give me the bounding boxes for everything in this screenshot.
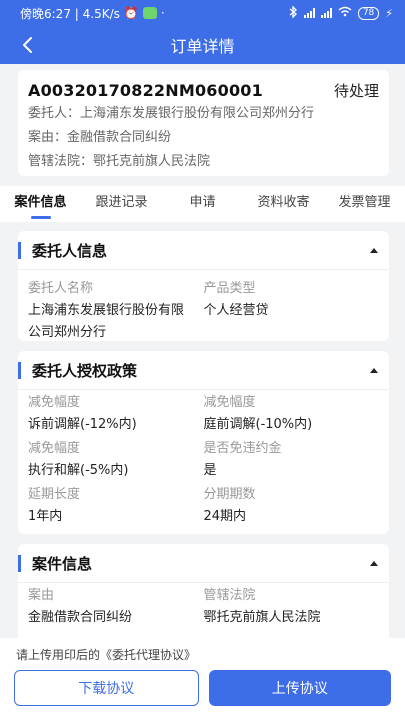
field-value: 执行和解(-5%内) <box>28 463 129 478</box>
field-label: 分期期数 <box>203 487 256 502</box>
field-label: 是否免违约金 <box>203 441 282 456</box>
field-label: 产品类型 <box>203 281 256 296</box>
dot-icon: · <box>160 6 165 20</box>
field-value: 上海浦东发展银行股份有限公司郑州分行 <box>28 303 185 340</box>
wifi-icon <box>338 6 352 20</box>
field-reduction-pre-litigation: 减免幅度 诉前调解(-12%内) <box>28 392 204 436</box>
order-status: 待处理 <box>333 81 379 100</box>
collapse-toggle[interactable] <box>359 247 389 254</box>
section-title: 案件信息 <box>32 554 93 573</box>
field-label: 减免幅度 <box>203 395 256 410</box>
app-notification-icon <box>142 7 157 19</box>
field-extension-length: 延期长度 1年内 <box>28 484 204 528</box>
field-label: 管辖法院 <box>203 588 256 603</box>
collapse-toggle[interactable] <box>359 367 389 374</box>
tab-follow-up[interactable]: 跟进记录 <box>81 186 162 222</box>
field-reduction-pre-trial: 减免幅度 庭前调解(-10%内) <box>204 392 380 436</box>
bluetooth-icon <box>289 4 298 21</box>
field-value: 诉前调解(-12%内) <box>28 417 137 432</box>
battery-icon: 78 <box>357 6 380 20</box>
caret-up-icon <box>370 560 378 566</box>
section-authorization-policy: 委托人授权政策 减免幅度 诉前调解(-12%内) 减免幅度 庭前调解(-10%内… <box>18 351 389 534</box>
order-client: 委托人：上海浦东发展银行股份有限公司郑州分行 <box>28 106 315 121</box>
top-bar: 傍晚6:27 | 4.5K/s ⏰ · 78 ⚡ 订单详情 <box>0 0 405 64</box>
section-client-info: 委托人信息 委托人名称 上海浦东发展银行股份有限公司郑州分行 产品类型 个人经营… <box>18 231 389 341</box>
caret-up-icon <box>370 247 378 253</box>
field-jurisdiction-court: 管辖法院 鄂托克前旗人民法院 <box>204 585 380 629</box>
field-label: 委托人名称 <box>28 281 94 296</box>
download-agreement-button[interactable]: 下载协议 <box>14 670 199 706</box>
order-cause: 案由：金融借款合同纠纷 <box>28 130 172 145</box>
field-installments: 分期期数 24期内 <box>204 484 380 528</box>
upload-tip: 请上传用印后的《委托代理协议》 <box>16 648 197 662</box>
caret-up-icon <box>370 367 378 373</box>
alarm-icon: ⏰ <box>123 6 139 20</box>
field-value: 金融借款合同纠纷 <box>28 610 133 625</box>
field-label: 延期长度 <box>28 487 81 502</box>
field-value: 是 <box>203 463 217 478</box>
field-reduction-execution: 减免幅度 执行和解(-5%内) <box>28 438 204 482</box>
status-bar: 傍晚6:27 | 4.5K/s ⏰ · 78 ⚡ <box>0 0 405 26</box>
field-label: 减免幅度 <box>28 441 81 456</box>
tab-case-info[interactable]: 案件信息 <box>0 186 81 222</box>
field-value: 个人经营贷 <box>203 303 269 318</box>
bottom-action-bar: 请上传用印后的《委托代理协议》 下载协议 上传协议 <box>0 638 405 720</box>
tab-bar: 案件信息 跟进记录 申请 资料收寄 发票管理 <box>0 186 405 222</box>
field-case-cause: 案由 金融借款合同纠纷 <box>28 585 204 629</box>
tab-invoice[interactable]: 发票管理 <box>324 186 405 222</box>
field-value: 24期内 <box>203 509 247 524</box>
signal-icon <box>303 8 315 18</box>
tab-application[interactable]: 申请 <box>162 186 243 222</box>
order-court: 管辖法院：鄂托克前旗人民法院 <box>28 154 211 169</box>
field-label: 案由 <box>28 588 55 603</box>
order-summary-card: A00320170822NM060001 待处理 委托人：上海浦东发展银行股份有… <box>18 70 389 176</box>
field-product-type: 产品类型 个人经营贷 <box>204 278 380 344</box>
field-value: 1年内 <box>28 509 63 524</box>
nav-bar: 订单详情 <box>0 26 405 64</box>
charging-icon: ⚡ <box>385 6 393 20</box>
signal-icon-2 <box>320 8 332 18</box>
upload-agreement-button[interactable]: 上传协议 <box>208 670 391 706</box>
field-label: 减免幅度 <box>28 395 81 410</box>
chevron-left-icon <box>23 37 32 53</box>
tab-documents[interactable]: 资料收寄 <box>243 186 324 222</box>
page-title: 订单详情 <box>170 37 235 56</box>
order-number: A00320170822NM060001 <box>28 80 263 100</box>
section-title: 委托人授权政策 <box>32 361 138 380</box>
field-client-name: 委托人名称 上海浦东发展银行股份有限公司郑州分行 <box>28 278 204 344</box>
field-value: 鄂托克前旗人民法院 <box>203 610 321 625</box>
back-button[interactable] <box>14 32 40 58</box>
field-value: 庭前调解(-10%内) <box>203 417 313 432</box>
section-title: 委托人信息 <box>32 241 108 260</box>
collapse-toggle[interactable] <box>359 560 389 567</box>
status-time-speed: 傍晚6:27 | 4.5K/s <box>20 6 120 21</box>
field-waive-penalty: 是否免违约金 是 <box>204 438 380 482</box>
